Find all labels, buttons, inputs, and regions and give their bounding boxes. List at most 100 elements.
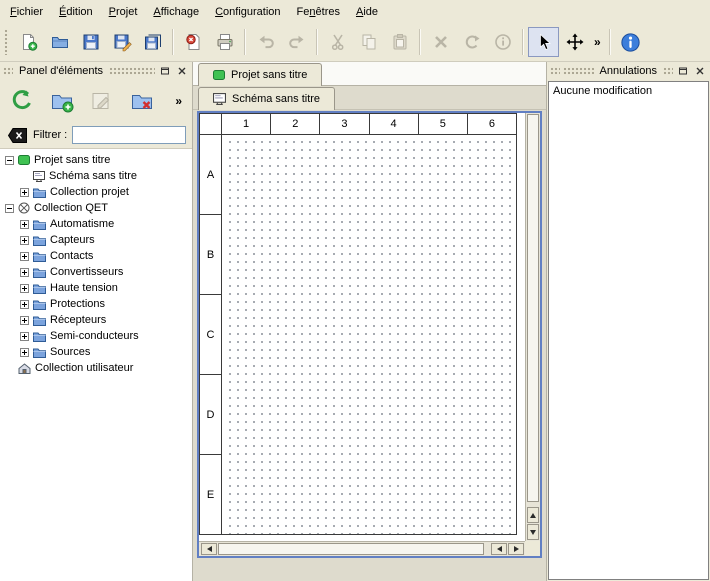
tree-item-automatisme[interactable]: Automatisme: [0, 216, 192, 232]
close-panel-button[interactable]: [693, 65, 707, 78]
expand-expander-icon[interactable]: [20, 188, 29, 197]
expand-expander-icon[interactable]: [20, 268, 29, 277]
dock-grip: [550, 67, 560, 75]
undo-button[interactable]: [250, 27, 281, 57]
scroll-left-button[interactable]: [201, 543, 217, 555]
vertical-scrollbar-thumb[interactable]: [527, 114, 539, 502]
delete-button[interactable]: [425, 27, 456, 57]
tree-item-protections[interactable]: Protections: [0, 296, 192, 312]
close-document-button[interactable]: [178, 27, 209, 57]
menu-aide[interactable]: Aide: [348, 2, 386, 22]
about-info-button[interactable]: [615, 27, 646, 57]
rotate-button[interactable]: [456, 27, 487, 57]
menu-edition[interactable]: Édition: [51, 2, 101, 22]
menu-fenetres[interactable]: Fenêtres: [289, 2, 348, 22]
arrow-right-icon: [514, 546, 519, 552]
move-tool-button[interactable]: [559, 27, 590, 57]
float-panel-button[interactable]: [158, 65, 172, 78]
delete-icon: [431, 32, 451, 52]
toolbar-separator: [522, 29, 524, 55]
qet-collection-icon: [18, 202, 30, 214]
column-header-cell: 3: [320, 114, 369, 135]
clear-filter-icon: [8, 128, 27, 143]
save-all-button[interactable]: [137, 27, 168, 57]
tree-item-contacts[interactable]: Contacts: [0, 248, 192, 264]
row-header-cell: A: [200, 135, 222, 215]
redo-button[interactable]: [281, 27, 312, 57]
expand-expander-icon[interactable]: [20, 220, 29, 229]
filter-input[interactable]: [72, 126, 186, 144]
row-header-cell: B: [200, 215, 222, 295]
undo-panel: Annulations Aucune modification: [546, 62, 710, 581]
tree-item-sources[interactable]: Sources: [0, 344, 192, 360]
save-button[interactable]: [75, 27, 106, 57]
elements-panel-titlebar[interactable]: Panel d'éléments: [0, 62, 192, 80]
tree-item-collection-projet[interactable]: Collection projet: [0, 184, 192, 200]
toolbar-overflow-button[interactable]: »: [590, 33, 605, 51]
expand-expander-icon[interactable]: [20, 252, 29, 261]
move-icon: [565, 32, 585, 52]
scroll-down-button[interactable]: [527, 524, 539, 540]
tree-item-capteurs[interactable]: Capteurs: [0, 232, 192, 248]
tree-item-label: Schéma sans titre: [49, 170, 137, 182]
menu-affichage[interactable]: Affichage: [145, 2, 207, 22]
vertical-scrollbar[interactable]: [525, 113, 540, 541]
column-header-cell: 2: [271, 114, 320, 135]
clear-filter-button[interactable]: [6, 127, 28, 144]
tree-item-collection-utilisateur[interactable]: Collection utilisateur: [0, 360, 192, 376]
element-info-button[interactable]: [487, 27, 518, 57]
new-document-button[interactable]: [13, 27, 44, 57]
menu-configuration[interactable]: Configuration: [207, 2, 288, 22]
edit-element-button[interactable]: [86, 85, 118, 117]
open-folder-icon: [50, 32, 70, 52]
float-panel-button[interactable]: [676, 65, 690, 78]
menu-projet[interactable]: Projet: [101, 2, 146, 22]
schema-canvas[interactable]: [223, 135, 516, 534]
delete-element-button[interactable]: [126, 85, 158, 117]
select-tool-button[interactable]: [528, 27, 559, 57]
column-headers: 1 2 3 4 5 6: [222, 114, 516, 135]
cut-button[interactable]: [322, 27, 353, 57]
expand-expander-icon[interactable]: [20, 316, 29, 325]
copy-button[interactable]: [353, 27, 384, 57]
expand-expander-icon[interactable]: [20, 332, 29, 341]
dock-grip: [109, 67, 155, 75]
open-document-button[interactable]: [44, 27, 75, 57]
tree-item-projet[interactable]: Projet sans titre: [0, 152, 192, 168]
tree-item-haute-tension[interactable]: Haute tension: [0, 280, 192, 296]
new-element-button[interactable]: [46, 85, 78, 117]
tree-item-label: Semi-conducteurs: [50, 330, 139, 342]
reload-collections-button[interactable]: [6, 85, 38, 117]
tree-item-collection-qet[interactable]: Collection QET: [0, 200, 192, 216]
expand-expander-icon[interactable]: [20, 348, 29, 357]
tab-schema-sans-titre[interactable]: Schéma sans titre: [198, 87, 335, 110]
close-panel-button[interactable]: [175, 65, 189, 78]
folder-icon: [33, 219, 46, 230]
scroll-up-button[interactable]: [527, 507, 539, 523]
horizontal-scrollbar-thumb[interactable]: [218, 543, 484, 555]
scroll-right-button[interactable]: [508, 543, 524, 555]
undo-panel-titlebar[interactable]: Annulations: [547, 62, 710, 80]
menu-fichier[interactable]: Fichier: [2, 2, 51, 22]
expand-expander-icon[interactable]: [20, 300, 29, 309]
save-as-button[interactable]: [106, 27, 137, 57]
horizontal-scrollbar[interactable]: [199, 541, 525, 556]
undo-list[interactable]: Aucune modification: [548, 81, 709, 580]
info-icon: [620, 32, 641, 53]
tree-item-recepteurs[interactable]: Récepteurs: [0, 312, 192, 328]
expand-expander-icon[interactable]: [20, 236, 29, 245]
diagram-icon: [213, 93, 226, 105]
print-button[interactable]: [209, 27, 240, 57]
tree-item-label: Collection projet: [50, 186, 129, 198]
tree-item-semi-conducteurs[interactable]: Semi-conducteurs: [0, 328, 192, 344]
collapse-expander-icon[interactable]: [5, 204, 14, 213]
tree-item-schema[interactable]: Schéma sans titre: [0, 168, 192, 184]
tab-projet-sans-titre[interactable]: Projet sans titre: [198, 63, 322, 86]
expand-expander-icon[interactable]: [20, 284, 29, 293]
collapse-expander-icon[interactable]: [5, 156, 14, 165]
panel-overflow-button[interactable]: »: [171, 92, 186, 110]
tree-item-convertisseurs[interactable]: Convertisseurs: [0, 264, 192, 280]
toolbar-grip[interactable]: [4, 29, 9, 55]
scroll-left-button-2[interactable]: [491, 543, 507, 555]
paste-button[interactable]: [384, 27, 415, 57]
